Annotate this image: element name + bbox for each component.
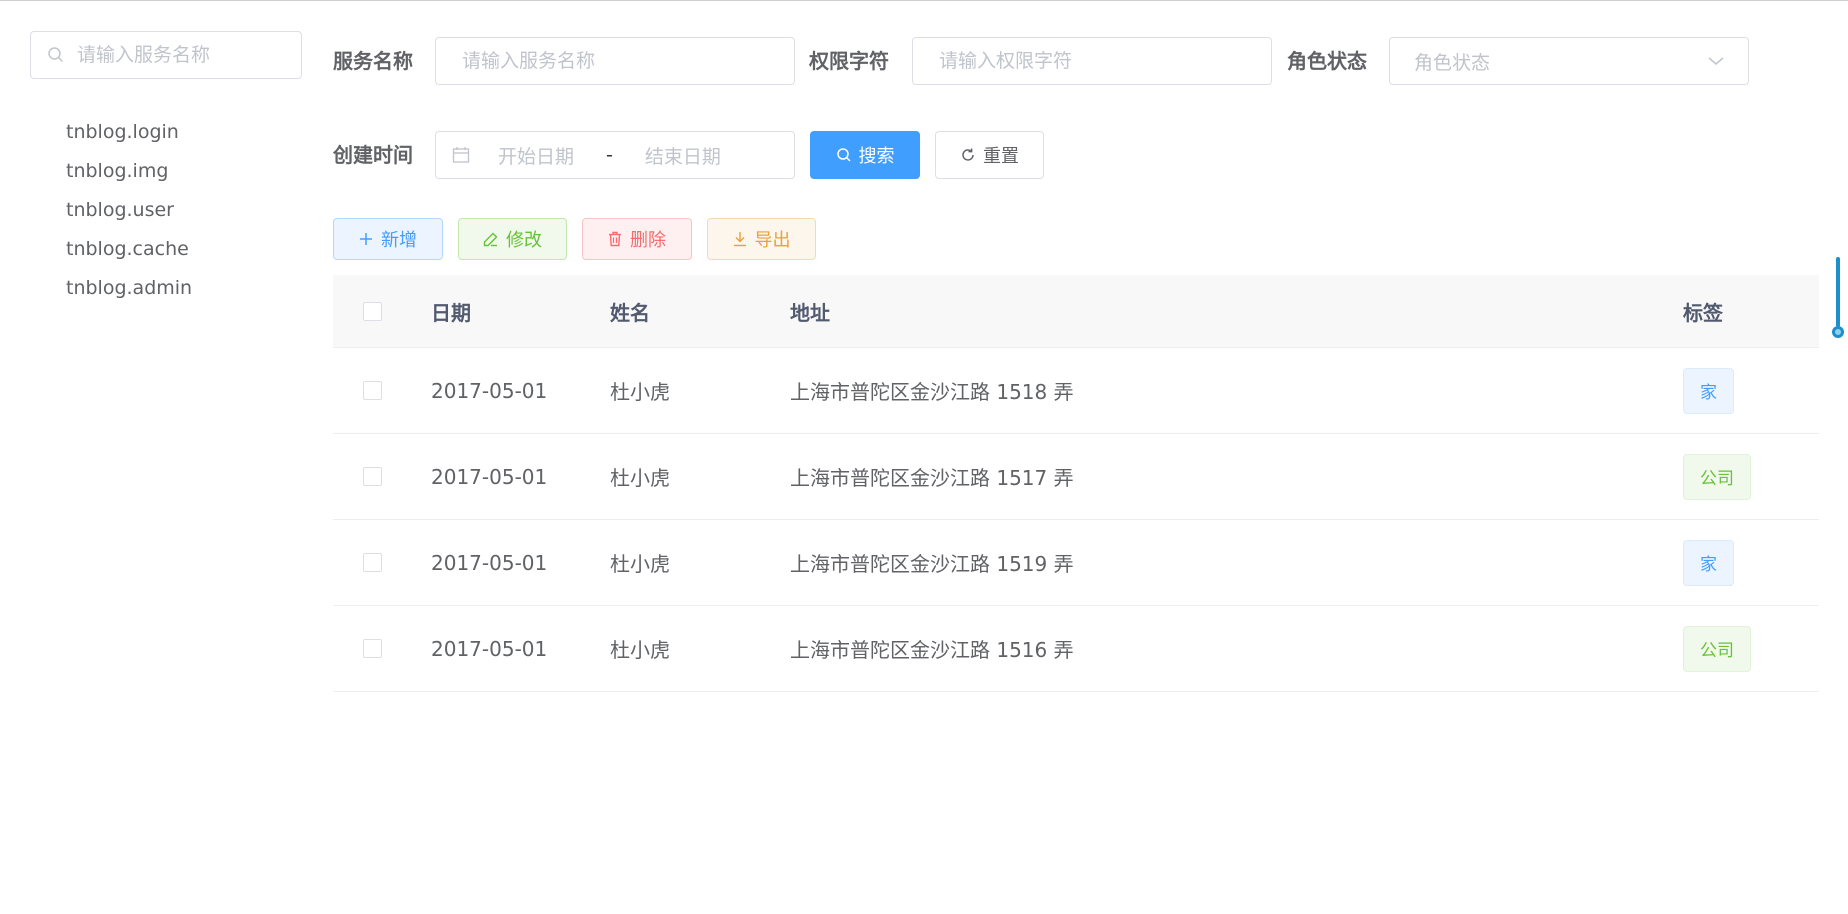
cell-name: 杜小虎	[610, 552, 670, 576]
tag-badge: 公司	[1683, 625, 1751, 672]
cell-date: 2017-05-01	[431, 550, 548, 575]
start-date-input[interactable]: 开始日期	[498, 142, 574, 169]
cell-date: 2017-05-01	[431, 378, 548, 403]
column-header-date[interactable]: 日期	[431, 275, 471, 347]
add-button[interactable]: 新增	[333, 218, 443, 260]
cell-address: 上海市普陀区金沙江路 1517 弄	[790, 466, 1074, 490]
column-header-name[interactable]: 姓名	[610, 275, 650, 347]
role-status-label: 角色状态	[1287, 49, 1367, 73]
permission-field[interactable]	[912, 37, 1272, 85]
row-checkbox[interactable]	[363, 553, 382, 572]
plus-icon	[360, 233, 372, 245]
edit-button[interactable]: 修改	[458, 218, 567, 260]
permission-label: 权限字符	[809, 49, 889, 73]
scroll-indicator-icon[interactable]	[1831, 256, 1845, 340]
permission-input[interactable]	[937, 49, 1247, 73]
delete-button[interactable]: 删除	[582, 218, 692, 260]
tree-item-user[interactable]: tnblog.user	[66, 191, 192, 230]
search-button-label: 搜索	[858, 146, 895, 167]
row-checkbox[interactable]	[363, 467, 382, 486]
sidebar-search-box[interactable]	[30, 31, 302, 79]
cell-name: 杜小虎	[610, 380, 670, 404]
created-time-label: 创建时间	[333, 143, 413, 167]
role-status-placeholder: 角色状态	[1414, 51, 1491, 74]
cell-date: 2017-05-01	[431, 636, 548, 661]
tag-badge: 家	[1683, 539, 1734, 586]
column-header-tag[interactable]: 标签	[1683, 275, 1723, 347]
service-tree: tnblog.login tnblog.img tnblog.user tnbl…	[66, 113, 192, 308]
service-name-label: 服务名称	[333, 49, 413, 73]
tree-item-login[interactable]: tnblog.login	[66, 113, 192, 152]
tree-item-img[interactable]: tnblog.img	[66, 152, 192, 191]
reset-button-label: 重置	[983, 146, 1019, 167]
chevron-down-icon	[1708, 57, 1724, 65]
sidebar-search-input[interactable]	[75, 43, 289, 67]
search-button[interactable]: 搜索	[810, 131, 920, 179]
tree-item-cache[interactable]: tnblog.cache	[66, 230, 192, 269]
calendar-icon	[452, 147, 470, 163]
cell-address: 上海市普陀区金沙江路 1516 弄	[790, 638, 1074, 662]
cell-name: 杜小虎	[610, 638, 670, 662]
edit-icon	[483, 232, 498, 246]
tree-item-admin[interactable]: tnblog.admin	[66, 269, 192, 308]
export-button[interactable]: 导出	[707, 218, 816, 260]
role-status-select[interactable]: 角色状态	[1389, 37, 1749, 85]
cell-name: 杜小虎	[610, 466, 670, 490]
service-name-input[interactable]	[460, 49, 770, 73]
data-table: 日期 姓名 地址 标签 2017-05-01 杜小虎 上海市普陀区金沙江路 15…	[333, 275, 1819, 692]
cell-address: 上海市普陀区金沙江路 1519 弄	[790, 552, 1074, 576]
download-icon	[733, 232, 746, 247]
add-button-label: 新增	[381, 230, 417, 251]
cell-date: 2017-05-01	[431, 464, 548, 489]
export-button-label: 导出	[754, 230, 791, 251]
date-separator: -	[606, 144, 613, 166]
column-header-address[interactable]: 地址	[790, 275, 830, 347]
table-row[interactable]: 2017-05-01 杜小虎 上海市普陀区金沙江路 1516 弄 公司	[333, 606, 1819, 692]
tag-badge: 家	[1683, 367, 1734, 414]
select-all-checkbox[interactable]	[363, 301, 382, 321]
row-checkbox[interactable]	[363, 639, 382, 658]
row-checkbox[interactable]	[363, 381, 382, 400]
edit-button-label: 修改	[506, 230, 542, 251]
search-icon	[48, 47, 64, 63]
trash-icon	[609, 231, 621, 247]
refresh-icon	[962, 148, 974, 161]
table-row[interactable]: 2017-05-01 杜小虎 上海市普陀区金沙江路 1517 弄 公司	[333, 434, 1819, 520]
reset-button[interactable]: 重置	[935, 131, 1044, 179]
delete-button-label: 删除	[630, 230, 666, 251]
table-row[interactable]: 2017-05-01 杜小虎 上海市普陀区金沙江路 1518 弄 家	[333, 348, 1819, 434]
table-row[interactable]: 2017-05-01 杜小虎 上海市普陀区金沙江路 1519 弄 家	[333, 520, 1819, 606]
cell-address: 上海市普陀区金沙江路 1518 弄	[790, 380, 1074, 404]
tag-badge: 公司	[1683, 453, 1751, 500]
table-header: 日期 姓名 地址 标签	[333, 275, 1819, 348]
search-icon	[836, 148, 851, 162]
end-date-input[interactable]: 结束日期	[645, 142, 721, 169]
service-name-field[interactable]	[435, 37, 795, 85]
date-range-picker[interactable]: 开始日期 - 结束日期	[435, 131, 795, 179]
